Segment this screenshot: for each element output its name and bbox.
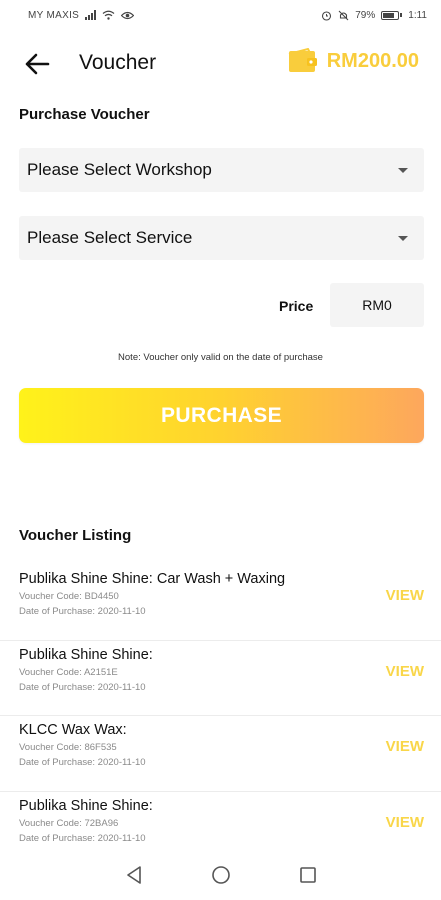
carrier-name: MY MAXIS — [28, 9, 80, 21]
view-button[interactable]: VIEW — [386, 814, 424, 831]
workshop-select-value: Please Select Workshop — [27, 160, 212, 179]
view-button[interactable]: VIEW — [386, 663, 424, 680]
voucher-name: Publika Shine Shine: — [19, 797, 153, 814]
list-item: Publika Shine Shine: Car Wash + Waxing V… — [0, 565, 441, 641]
system-nav-bar — [0, 850, 441, 900]
voucher-listing-heading: Voucher Listing — [19, 527, 132, 544]
app-header: Voucher RM200.00 — [0, 38, 441, 90]
purchase-button[interactable]: PURCHASE — [19, 388, 424, 443]
caret-down-icon — [398, 167, 408, 173]
eye-icon — [121, 11, 135, 19]
wallet-balance: RM200.00 — [326, 49, 419, 72]
arrow-left-icon — [25, 53, 50, 75]
status-left: MY MAXIS — [28, 9, 135, 21]
voucher-date: Date of Purchase: 2020-11-10 — [19, 606, 146, 617]
workshop-select[interactable]: Please Select Workshop — [19, 148, 424, 192]
mute-icon — [338, 10, 349, 20]
wifi-icon — [102, 10, 115, 20]
signal-icon — [85, 10, 97, 20]
status-bar: MY MAXIS 79% 1:11 — [0, 0, 441, 30]
square-recents-icon — [299, 867, 316, 883]
page-title: Voucher — [79, 51, 157, 74]
wallet-icon — [288, 48, 317, 72]
service-select-value: Please Select Service — [27, 228, 193, 247]
battery-percent: 79% — [355, 9, 376, 21]
voucher-code: Voucher Code: 86F535 — [19, 742, 117, 753]
nav-home-button[interactable] — [209, 863, 233, 887]
triangle-back-icon — [126, 866, 141, 884]
service-select[interactable]: Please Select Service — [19, 216, 424, 260]
voucher-date: Date of Purchase: 2020-11-10 — [19, 757, 146, 768]
alarm-icon — [322, 10, 332, 21]
voucher-code: Voucher Code: 72BA96 — [19, 817, 119, 829]
wallet-balance-display[interactable]: RM200.00 — [288, 48, 419, 74]
voucher-name: KLCC Wax Wax: — [19, 722, 127, 738]
caret-down-icon — [398, 235, 408, 241]
battery-icon — [381, 10, 403, 20]
circle-home-icon — [211, 866, 230, 884]
price-label: Price — [279, 298, 314, 314]
back-button[interactable] — [20, 50, 54, 78]
view-button[interactable]: VIEW — [386, 587, 424, 604]
clock: 1:11 — [408, 9, 427, 21]
voucher-name: Publika Shine Shine: — [19, 646, 153, 663]
voucher-code: Voucher Code: BD4450 — [19, 591, 119, 602]
price-value: RM0 — [330, 283, 424, 327]
list-item: KLCC Wax Wax: Voucher Code: 86F535 Date … — [0, 716, 441, 792]
voucher-date: Date of Purchase: 2020-11-10 — [19, 681, 146, 693]
voucher-name: Publika Shine Shine: Car Wash + Waxing — [19, 571, 286, 587]
nav-recents-button[interactable] — [296, 863, 320, 887]
voucher-list: Publika Shine Shine: Car Wash + Waxing V… — [0, 565, 441, 867]
status-right: 79% 1:11 — [321, 10, 427, 21]
view-button[interactable]: VIEW — [386, 738, 424, 755]
purchase-button-label: PURCHASE — [160, 403, 283, 427]
purchase-voucher-heading: Purchase Voucher — [19, 106, 150, 123]
validity-note: Note: Voucher only valid on the date of … — [118, 352, 323, 363]
nav-back-button[interactable] — [122, 863, 146, 887]
list-item: Publika Shine Shine: Voucher Code: A2151… — [0, 641, 441, 716]
voucher-date: Date of Purchase: 2020-11-10 — [19, 832, 146, 844]
voucher-code: Voucher Code: A2151E — [19, 666, 118, 678]
